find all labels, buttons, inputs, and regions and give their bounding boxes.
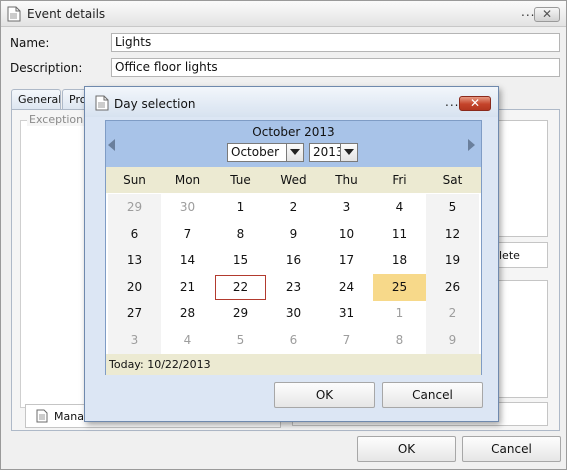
- calendar-day[interactable]: 18: [373, 247, 426, 274]
- calendar-day[interactable]: 14: [161, 247, 214, 274]
- calendar-day[interactable]: 15: [214, 247, 267, 274]
- weekday-header: Sat: [442, 173, 463, 187]
- close-icon: ✕: [541, 7, 553, 21]
- calendar-day[interactable]: 7: [161, 221, 214, 248]
- calendar-day[interactable]: 9: [267, 221, 320, 248]
- calendar-day[interactable]: 5: [426, 194, 479, 221]
- chevron-down-icon[interactable]: [286, 144, 303, 161]
- calendar-day[interactable]: 4: [373, 194, 426, 221]
- calendar-day[interactable]: 3: [108, 327, 161, 354]
- calendar-day[interactable]: 11: [373, 221, 426, 248]
- next-month-arrow-icon[interactable]: [468, 139, 475, 151]
- dialog-cancel-button[interactable]: Cancel: [382, 382, 483, 408]
- calendar-day[interactable]: 9: [426, 327, 479, 354]
- calendar-day[interactable]: 27: [108, 300, 161, 328]
- tab-general[interactable]: General: [11, 89, 61, 110]
- calendar-day[interactable]: 4: [161, 327, 214, 354]
- window-title-bar: Event details ... ✕: [1, 1, 566, 27]
- calendar-day[interactable]: 26: [426, 273, 479, 301]
- document-icon: [36, 409, 48, 426]
- calendar-day[interactable]: 22: [214, 274, 267, 301]
- description-label: Description:: [10, 61, 83, 75]
- calendar-day[interactable]: 1: [373, 300, 426, 327]
- ok-button[interactable]: OK: [357, 436, 456, 462]
- today-link[interactable]: Today: 10/22/2013: [106, 354, 481, 375]
- calendar-day[interactable]: 28: [161, 300, 214, 327]
- weekday-header: Thu: [335, 173, 358, 187]
- calendar-day[interactable]: 20: [108, 273, 161, 301]
- close-icon: ✕: [469, 96, 481, 110]
- calendar-day[interactable]: 30: [267, 300, 320, 327]
- chevron-down-icon[interactable]: [340, 144, 357, 161]
- dialog-options-menu[interactable]: ...: [445, 95, 459, 109]
- calendar-day[interactable]: 2: [267, 194, 320, 221]
- calendar-day[interactable]: 10: [320, 221, 373, 248]
- calendar-day[interactable]: 5: [214, 327, 267, 354]
- calendar-month-title: October 2013: [252, 125, 335, 139]
- calendar-day[interactable]: 23: [267, 274, 320, 301]
- window-close-button[interactable]: ✕: [534, 7, 560, 22]
- calendar-day[interactable]: 6: [267, 327, 320, 354]
- calendar: October 2013 October 2013 Sun Mon Tue Wed Th…: [105, 120, 482, 375]
- calendar-day[interactable]: 12: [426, 220, 479, 248]
- calendar-day[interactable]: 16: [267, 247, 320, 274]
- exceptions-legend: Exception: [27, 113, 86, 126]
- window-title: Event details: [27, 7, 106, 21]
- document-icon: [7, 6, 21, 25]
- weekday-header: Sun: [123, 173, 146, 187]
- weekday-header: Tue: [230, 173, 251, 187]
- description-field[interactable]: Office floor lights: [111, 58, 560, 77]
- weekday-header: Fri: [392, 173, 407, 187]
- name-label: Name:: [10, 36, 50, 50]
- delete-label: lete: [499, 249, 520, 262]
- day-selection-dialog: Day selection ... ✕ October 2013 October…: [84, 86, 499, 422]
- year-select-value: 2013: [313, 145, 344, 159]
- calendar-day[interactable]: 8: [214, 221, 267, 248]
- calendar-header: October 2013 October 2013: [106, 121, 481, 167]
- calendar-day[interactable]: 17: [320, 247, 373, 274]
- cancel-button[interactable]: Cancel: [462, 436, 561, 462]
- dialog-title: Day selection: [114, 97, 196, 111]
- calendar-day[interactable]: 24: [320, 274, 373, 301]
- dialog-title-bar: Day selection ... ✕: [85, 87, 498, 117]
- month-select-value: October: [231, 145, 280, 159]
- dialog-ok-button[interactable]: OK: [274, 382, 375, 408]
- year-select[interactable]: 2013: [309, 143, 358, 162]
- name-field[interactable]: Lights: [111, 33, 560, 52]
- calendar-day[interactable]: 30: [161, 194, 214, 221]
- weekday-header-row: Sun Mon Tue Wed Thu Fri Sat: [106, 167, 481, 193]
- calendar-day[interactable]: 19: [426, 247, 479, 275]
- dialog-close-button[interactable]: ✕: [459, 96, 491, 111]
- weekday-header: Mon: [174, 173, 201, 187]
- calendar-day[interactable]: 8: [373, 327, 426, 354]
- month-select[interactable]: October: [227, 143, 304, 162]
- calendar-day[interactable]: 25: [373, 273, 426, 301]
- calendar-day[interactable]: 29: [108, 194, 161, 221]
- calendar-day[interactable]: 7: [320, 327, 373, 354]
- weekday-header: Wed: [280, 173, 307, 187]
- calendar-day[interactable]: 13: [108, 247, 161, 275]
- calendar-day[interactable]: 31: [320, 300, 373, 327]
- previous-month-arrow-icon[interactable]: [108, 139, 115, 151]
- calendar-day[interactable]: 1: [214, 194, 267, 221]
- calendar-day[interactable]: 2: [426, 300, 479, 328]
- calendar-day[interactable]: 29: [214, 300, 267, 327]
- document-icon: [95, 95, 109, 114]
- calendar-day[interactable]: 3: [320, 194, 373, 221]
- calendar-day[interactable]: 6: [108, 220, 161, 248]
- calendar-day[interactable]: 21: [161, 274, 214, 301]
